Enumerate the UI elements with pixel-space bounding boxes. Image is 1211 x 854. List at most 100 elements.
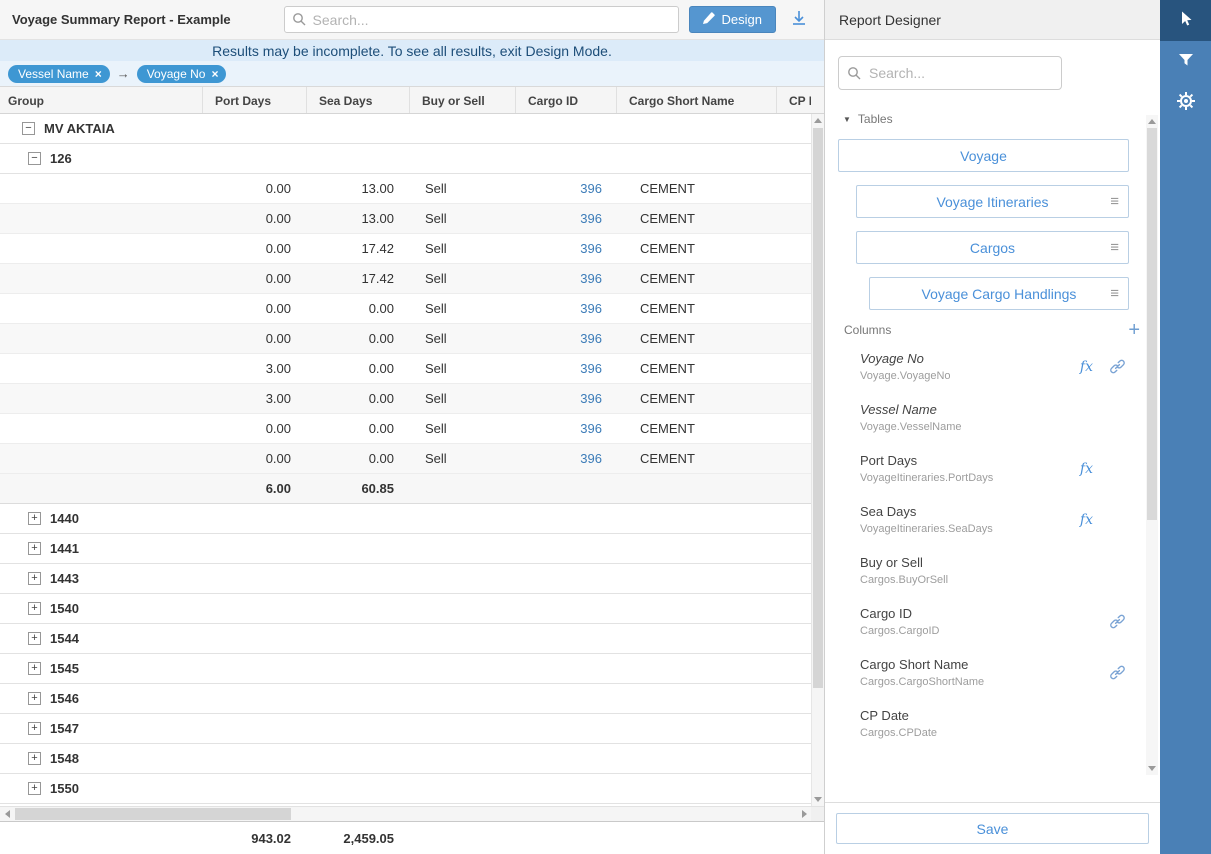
table-button[interactable]: Voyage Cargo Handlings ≡ [869, 277, 1129, 310]
voyage-group-row[interactable]: + 1546 [0, 684, 811, 714]
column-name: Cargo ID [860, 606, 939, 621]
column-header-buy-or-sell[interactable]: Buy or Sell [410, 87, 516, 113]
cargo-id-link[interactable]: 396 [580, 421, 602, 436]
expand-icon[interactable]: + [28, 632, 41, 645]
menu-icon[interactable]: ≡ [1110, 232, 1119, 263]
horizontal-scrollbar[interactable] [0, 807, 811, 821]
voyage-group-row[interactable]: + 1548 [0, 744, 811, 774]
filter-tool-button[interactable] [1160, 41, 1211, 82]
designer-column-item[interactable]: Cargo ID Cargos.CargoID fx [838, 596, 1146, 647]
vertical-scroll-thumb[interactable] [813, 128, 823, 688]
table-button[interactable]: Cargos ≡ [856, 231, 1129, 264]
table-row[interactable]: 0.00 13.00 Sell 396 CEMENT [0, 174, 811, 204]
voyage-group-row[interactable]: + 1443 [0, 564, 811, 594]
add-column-icon[interactable]: + [1128, 323, 1140, 337]
cargo-id-link[interactable]: 396 [580, 451, 602, 466]
close-icon[interactable]: × [95, 68, 102, 80]
group-chip-voyage-no[interactable]: Voyage No × [137, 65, 227, 83]
table-row[interactable]: 0.00 17.42 Sell 396 CEMENT [0, 264, 811, 294]
column-header-sea-days[interactable]: Sea Days [307, 87, 410, 113]
cargo-id-link[interactable]: 396 [580, 391, 602, 406]
expand-icon[interactable]: + [28, 542, 41, 555]
vertical-scrollbar[interactable] [811, 114, 824, 806]
table-button[interactable]: Voyage Itineraries ≡ [856, 185, 1129, 218]
designer-column-item[interactable]: Vessel Name Voyage.VesselName fx [838, 392, 1146, 443]
group-chip-vessel-name[interactable]: Vessel Name × [8, 65, 110, 83]
menu-icon[interactable]: ≡ [1110, 186, 1119, 217]
expand-icon[interactable]: + [28, 572, 41, 585]
table-row[interactable]: 3.00 0.00 Sell 396 CEMENT [0, 354, 811, 384]
designer-tool-button[interactable] [1160, 0, 1211, 41]
table-row[interactable]: 0.00 17.42 Sell 396 CEMENT [0, 234, 811, 264]
cargo-id-link[interactable]: 396 [580, 271, 602, 286]
download-button[interactable] [788, 7, 810, 32]
collapse-icon[interactable]: − [22, 122, 35, 135]
designer-column-item[interactable]: Voyage No Voyage.VoyageNo fx [838, 341, 1146, 392]
expand-icon[interactable]: + [28, 722, 41, 735]
expand-icon[interactable]: + [28, 752, 41, 765]
cargo-id-link[interactable]: 396 [580, 181, 602, 196]
designer-column-item[interactable]: CP Date Cargos.CPDate fx [838, 698, 1146, 749]
port-days-cell: 0.00 [203, 211, 307, 226]
table-row[interactable]: 0.00 0.00 Sell 396 CEMENT [0, 414, 811, 444]
expand-icon[interactable]: + [28, 602, 41, 615]
column-header-group[interactable]: Group [0, 87, 203, 113]
scroll-up-button[interactable] [1146, 115, 1158, 128]
column-header-cargo-short-name[interactable]: Cargo Short Name [617, 87, 777, 113]
cargo-id-link[interactable]: 396 [580, 361, 602, 376]
design-button[interactable]: Design [689, 6, 776, 33]
cargo-id-link[interactable]: 396 [580, 331, 602, 346]
formula-icon[interactable]: fx [1080, 461, 1093, 477]
table-row[interactable]: 0.00 0.00 Sell 396 CEMENT [0, 294, 811, 324]
scroll-left-button[interactable] [0, 807, 14, 821]
save-button[interactable]: Save [836, 813, 1149, 844]
voyage-group-row[interactable]: − 126 [0, 144, 811, 174]
designer-column-item[interactable]: Port Days VoyageItineraries.PortDays fx [838, 443, 1146, 494]
voyage-group-row[interactable]: + 1547 [0, 714, 811, 744]
table-row[interactable]: 3.00 0.00 Sell 396 CEMENT [0, 384, 811, 414]
column-header-cp-date[interactable]: CP Date [777, 87, 811, 113]
designer-scroll-thumb[interactable] [1147, 128, 1157, 520]
scroll-up-button[interactable] [812, 114, 824, 127]
table-row[interactable]: 0.00 13.00 Sell 396 CEMENT [0, 204, 811, 234]
link-icon[interactable] [1109, 613, 1126, 630]
cargo-id-link[interactable]: 396 [580, 211, 602, 226]
designer-search-input[interactable] [838, 56, 1062, 90]
collapse-icon[interactable]: − [28, 152, 41, 165]
voyage-group-row[interactable]: + 1441 [0, 534, 811, 564]
report-search-input[interactable] [284, 6, 679, 33]
cargo-id-link[interactable]: 396 [580, 241, 602, 256]
designer-column-item[interactable]: Buy or Sell Cargos.BuyOrSell fx [838, 545, 1146, 596]
column-header-cargo-id[interactable]: Cargo ID [516, 87, 617, 113]
horizontal-scroll-thumb[interactable] [15, 808, 291, 820]
scroll-down-button[interactable] [812, 793, 824, 806]
column-header-port-days[interactable]: Port Days [203, 87, 307, 113]
close-icon[interactable]: × [211, 68, 218, 80]
voyage-group-row[interactable]: + 1544 [0, 624, 811, 654]
menu-icon[interactable]: ≡ [1110, 278, 1119, 309]
voyage-group-row[interactable]: + 1440 [0, 504, 811, 534]
scroll-down-button[interactable] [1146, 762, 1158, 775]
link-icon[interactable] [1109, 664, 1126, 681]
scroll-right-button[interactable] [797, 807, 811, 821]
cargo-id-link[interactable]: 396 [580, 301, 602, 316]
vessel-group-row[interactable]: − MV AKTAIA [0, 114, 811, 144]
link-icon[interactable] [1109, 358, 1126, 375]
expand-icon[interactable]: + [28, 662, 41, 675]
formula-icon[interactable]: fx [1080, 359, 1093, 375]
designer-column-item[interactable]: Cargo Short Name Cargos.CargoShortName f… [838, 647, 1146, 698]
table-row[interactable]: 0.00 0.00 Sell 396 CEMENT [0, 324, 811, 354]
expand-icon[interactable]: + [28, 782, 41, 795]
settings-tool-button[interactable] [1160, 82, 1211, 123]
expand-icon[interactable]: + [28, 512, 41, 525]
table-button[interactable]: Voyage ≡ [838, 139, 1129, 172]
voyage-group-row[interactable]: + 1550 [0, 774, 811, 804]
table-row[interactable]: 0.00 0.00 Sell 396 CEMENT [0, 444, 811, 474]
expand-icon[interactable]: + [28, 692, 41, 705]
voyage-group-row[interactable]: + 1545 [0, 654, 811, 684]
voyage-group-row[interactable]: + 1540 [0, 594, 811, 624]
formula-icon[interactable]: fx [1080, 512, 1093, 528]
tables-section-header[interactable]: ▼ Tables [838, 112, 1146, 126]
designer-column-item[interactable]: Sea Days VoyageItineraries.SeaDays fx [838, 494, 1146, 545]
designer-scrollbar[interactable] [1146, 115, 1158, 775]
